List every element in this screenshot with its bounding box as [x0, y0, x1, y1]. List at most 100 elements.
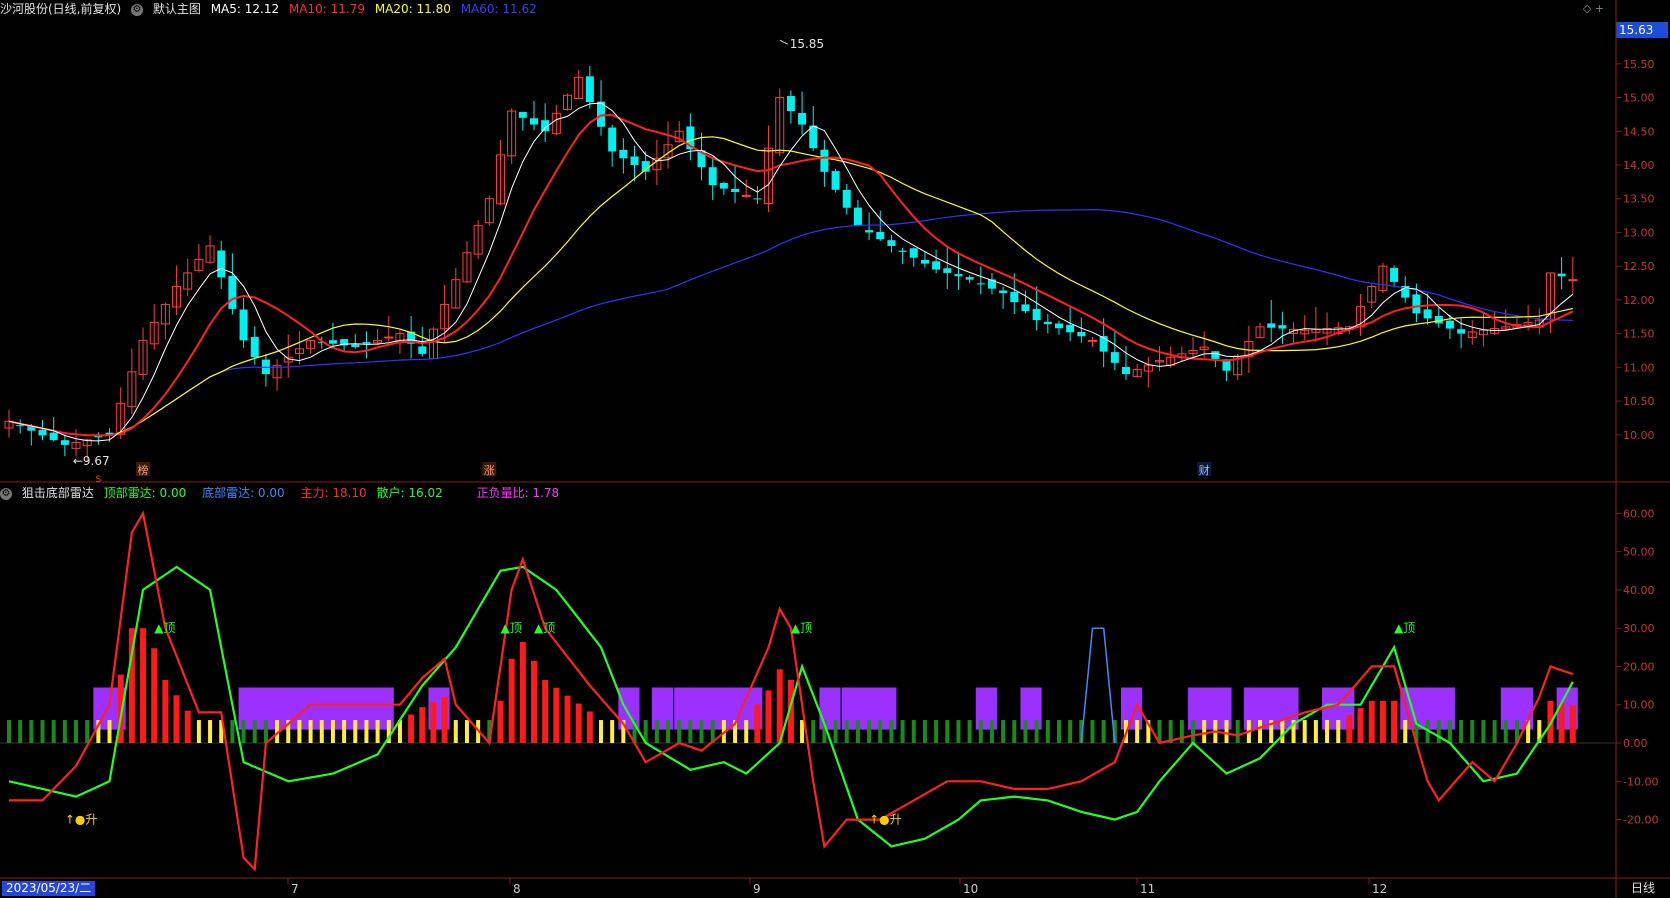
volume-bar	[107, 720, 112, 744]
candle-body-up	[1087, 339, 1097, 342]
top-signal: ▲顶	[791, 621, 812, 635]
candlestick-series	[4, 65, 1578, 462]
candle-body-down	[999, 290, 1008, 294]
volume-bar	[1280, 720, 1285, 744]
bang-tag: 榜	[138, 463, 149, 477]
candle-body-down	[1423, 309, 1432, 319]
candle-body-down	[920, 259, 929, 264]
volume-bar	[688, 720, 693, 744]
volume-bar	[74, 720, 79, 744]
volume-bar	[1313, 720, 1318, 744]
volume-bar	[844, 720, 849, 744]
volume-bar	[1503, 720, 1508, 744]
top-signal: ▲顶	[500, 621, 521, 635]
candle-body-down	[362, 342, 371, 344]
volume-bar	[878, 720, 883, 744]
candle-body-down	[1457, 329, 1466, 334]
candle-body-down	[529, 118, 538, 125]
main-force-bar	[497, 700, 504, 744]
volume-bar	[1436, 720, 1441, 744]
candle-body-down	[786, 95, 795, 112]
period-button[interactable]: 日线	[1618, 880, 1668, 896]
candle-body-down	[1390, 267, 1399, 282]
volume-bar	[654, 720, 659, 744]
volume-bar	[263, 720, 268, 744]
moving-average-lines	[8, 102, 1574, 442]
candle-body-down	[865, 230, 874, 233]
price-tick-label: 12.00	[1623, 294, 1655, 307]
candle-body-down	[976, 283, 985, 285]
main-force-bar	[519, 641, 526, 744]
candle-body-down	[1077, 331, 1086, 337]
volume-bar	[241, 720, 246, 744]
candle-body-down	[1557, 273, 1566, 277]
main-force-bar	[140, 628, 147, 744]
candle-body-down	[1278, 325, 1287, 329]
candle-body-down	[831, 171, 840, 190]
candle-body-down	[250, 336, 259, 358]
candle-body-down	[585, 76, 594, 103]
candle-body-down	[1066, 324, 1075, 333]
main-force-bar	[162, 679, 169, 744]
price-tick-label: 13.50	[1623, 193, 1655, 206]
volume-bar	[40, 720, 45, 744]
volume-bar	[1179, 720, 1184, 744]
main-force-bar	[441, 696, 448, 744]
indicator-tick-label: 0.00	[1623, 737, 1648, 750]
volume-bar	[1258, 720, 1263, 744]
date-tick-label: 7	[291, 882, 299, 896]
main-force-bar	[1379, 700, 1386, 744]
candle-body-up	[741, 194, 751, 197]
volume-bar	[208, 720, 213, 744]
candle-body-down	[228, 275, 237, 309]
date-tick-label: 8	[513, 882, 521, 896]
volume-bar	[1012, 720, 1017, 744]
volume-bar	[677, 720, 682, 744]
volume-bar	[1045, 720, 1050, 744]
main-force-bar	[1346, 714, 1353, 744]
candle-body-down	[932, 261, 941, 270]
main-force-bar	[542, 679, 549, 744]
candle-body-down	[1099, 336, 1108, 352]
main-force-bar	[1569, 705, 1576, 744]
date-tick-label: 11	[1140, 882, 1155, 896]
purple-block	[238, 687, 394, 730]
indicator-tick-label: 40.00	[1623, 584, 1655, 597]
volume-bar	[855, 720, 860, 744]
volume-bar	[1135, 720, 1140, 744]
candle-body-down	[853, 207, 862, 226]
volume-bar	[1403, 720, 1408, 744]
volume-bar	[308, 720, 313, 744]
volume-bar	[1101, 720, 1106, 744]
volume-bar	[1224, 720, 1229, 744]
candle-body-down	[842, 189, 851, 208]
indicator-tick-label: 50.00	[1623, 546, 1655, 559]
volume-bar	[330, 720, 335, 744]
volume-bar	[353, 720, 358, 744]
candle-body-down	[898, 250, 907, 252]
candle-body-down	[1211, 351, 1220, 359]
main-force-bar	[184, 710, 191, 744]
volume-bar	[342, 720, 347, 744]
indicator-tick-label: 10.00	[1623, 699, 1655, 712]
candle-body-down	[1267, 323, 1276, 328]
candle-body-down	[1032, 309, 1041, 321]
candle-body-down	[1412, 294, 1421, 314]
volume-bar	[800, 720, 805, 744]
candle-body-down	[1434, 316, 1443, 324]
volume-bar	[1090, 720, 1095, 744]
volume-bar	[889, 720, 894, 744]
rise-signal: ↑●升	[65, 813, 98, 827]
candle-body-down	[820, 149, 829, 172]
volume-bar	[1191, 720, 1196, 744]
high-price-label: 15.85	[790, 37, 824, 51]
chart-canvas[interactable]: 15.50 15.00 14.50 14.00 13.50 13.00 12.50 12.00…	[0, 0, 1670, 898]
candle-body-down	[876, 231, 885, 240]
price-tick-label: 15.50	[1623, 58, 1655, 71]
volume-bar	[978, 720, 983, 744]
volume-bar	[1336, 720, 1341, 744]
candle-body-up	[1568, 279, 1578, 282]
main-force-bar	[1391, 700, 1398, 744]
candle-body-down	[49, 432, 58, 441]
candle-body-down	[38, 429, 47, 436]
